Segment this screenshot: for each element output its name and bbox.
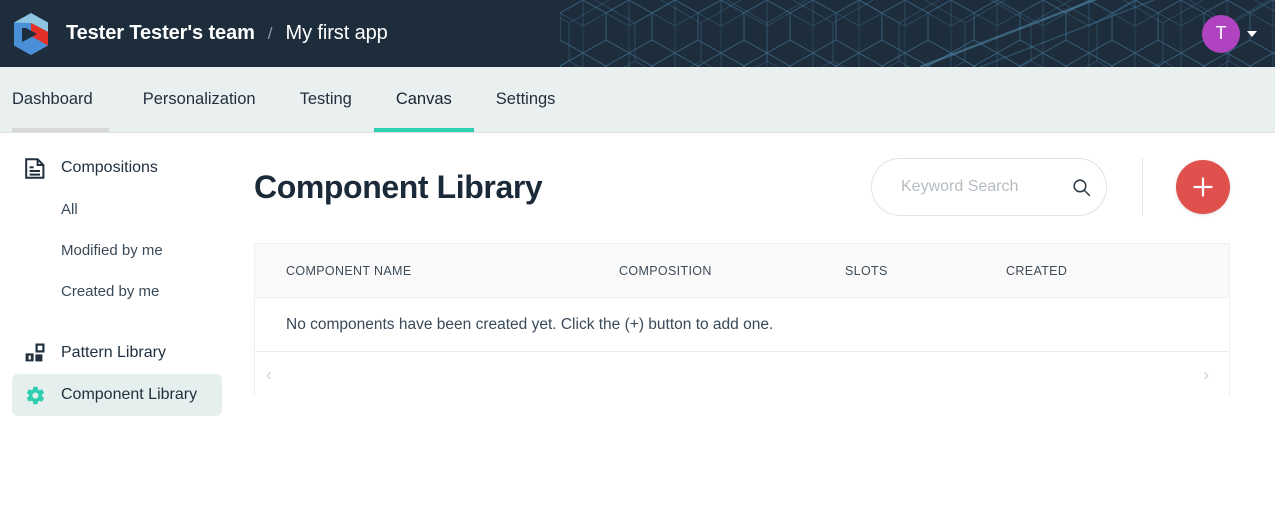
breadcrumb-app[interactable]: My first app	[286, 22, 388, 45]
search-box[interactable]	[871, 158, 1107, 216]
avatar[interactable]: T	[1202, 15, 1240, 53]
chevron-down-icon[interactable]	[1247, 31, 1257, 37]
sidebar-item-all-label: All	[61, 201, 78, 218]
main-header-actions	[871, 158, 1230, 216]
breadcrumb-team[interactable]: Tester Tester's team	[66, 22, 255, 45]
components-table: COMPONENT NAME COMPOSITION SLOTS CREATED…	[254, 243, 1230, 396]
column-header-created[interactable]: CREATED	[1006, 264, 1229, 278]
column-header-composition[interactable]: COMPOSITION	[619, 264, 845, 278]
pagination-prev-button[interactable]: ‹	[258, 362, 280, 387]
tab-dashboard-underline	[12, 128, 109, 132]
sidebar-item-compositions[interactable]: Compositions	[12, 147, 222, 189]
main-content: Component Library	[240, 133, 1275, 527]
tab-canvas[interactable]: Canvas	[374, 67, 474, 132]
tab-settings-underline	[474, 128, 578, 132]
sidebar: Compositions All Modified by me Created …	[0, 133, 240, 527]
tab-settings[interactable]: Settings	[474, 67, 578, 132]
breadcrumb: Tester Tester's team / My first app	[66, 22, 388, 45]
tab-personalization[interactable]: Personalization	[121, 67, 278, 132]
sidebar-item-all[interactable]: All	[12, 189, 222, 230]
table-empty-state-row: No components have been created yet. Cli…	[255, 298, 1229, 352]
sidebar-item-created-by-me[interactable]: Created by me	[12, 271, 222, 312]
tab-dashboard[interactable]: Dashboard	[12, 67, 115, 132]
tab-settings-label: Settings	[496, 90, 556, 109]
add-component-button[interactable]	[1176, 160, 1230, 214]
document-icon	[24, 157, 46, 179]
sidebar-item-component-library[interactable]: Component Library	[12, 374, 222, 416]
sidebar-item-pattern-library-label: Pattern Library	[61, 344, 166, 362]
sidebar-item-modified-by-me-label: Modified by me	[61, 242, 163, 259]
column-header-component-name[interactable]: COMPONENT NAME	[286, 264, 619, 278]
cubed-logo-icon[interactable]	[10, 11, 52, 57]
tab-personalization-label: Personalization	[143, 90, 256, 109]
table-pagination: ‹ ›	[255, 352, 1229, 396]
search-icon	[1072, 178, 1091, 197]
table-header-row: COMPONENT NAME COMPOSITION SLOTS CREATED	[255, 244, 1229, 298]
sidebar-item-component-library-label: Component Library	[61, 386, 197, 404]
tab-canvas-underline	[374, 128, 474, 132]
pattern-grid-icon	[24, 342, 46, 364]
table-empty-message: No components have been created yet. Cli…	[286, 316, 773, 334]
header-divider	[1142, 158, 1143, 216]
sidebar-item-compositions-label: Compositions	[61, 159, 158, 177]
topbar-left-group: Tester Tester's team / My first app	[10, 11, 388, 57]
tab-testing-underline	[278, 128, 374, 132]
search-button[interactable]	[1064, 167, 1106, 207]
topbar-right-group: T	[1202, 15, 1257, 53]
tab-personalization-underline	[121, 128, 278, 132]
plus-icon	[1190, 174, 1216, 200]
tab-testing[interactable]: Testing	[278, 67, 374, 132]
search-input[interactable]	[872, 178, 1064, 196]
tab-dashboard-label: Dashboard	[12, 90, 93, 109]
main-nav-tabs: Dashboard Personalization Testing Canvas…	[0, 67, 1275, 133]
sidebar-item-created-by-me-label: Created by me	[61, 283, 159, 300]
breadcrumb-separator: /	[268, 24, 273, 44]
sidebar-spacer	[0, 312, 240, 332]
sidebar-item-pattern-library[interactable]: Pattern Library	[12, 332, 222, 374]
page-title: Component Library	[254, 169, 542, 206]
main-header: Component Library	[254, 143, 1230, 231]
column-header-slots[interactable]: SLOTS	[845, 264, 1006, 278]
tab-canvas-label: Canvas	[396, 90, 452, 109]
isometric-pattern-decoration	[560, 0, 1275, 67]
pagination-next-button[interactable]: ›	[1195, 362, 1217, 387]
gear-icon	[24, 384, 46, 406]
top-header-bar: Tester Tester's team / My first app T	[0, 0, 1275, 67]
page-body: Compositions All Modified by me Created …	[0, 133, 1275, 527]
sidebar-item-modified-by-me[interactable]: Modified by me	[12, 230, 222, 271]
tab-testing-label: Testing	[300, 90, 352, 109]
